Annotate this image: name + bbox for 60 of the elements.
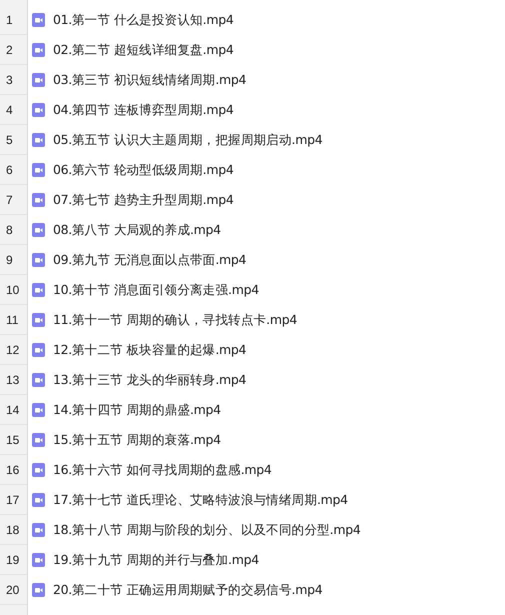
video-file-icon [32, 433, 45, 447]
file-name[interactable]: 10.第十节 消息面引领分离走强.mp4 [53, 282, 259, 298]
row-number: 2 [0, 35, 27, 65]
video-file-icon [32, 403, 45, 417]
video-file-icon [32, 163, 45, 177]
file-name[interactable]: 09.第九节 无消息面以点带面.mp4 [53, 252, 246, 268]
file-name[interactable]: 15.第十五节 周期的衰落.mp4 [53, 432, 221, 448]
file-name[interactable]: 19.第十九节 周期的并行与叠加.mp4 [53, 552, 259, 568]
row-number: 7 [0, 185, 27, 215]
video-file-icon [32, 553, 45, 567]
row-number: 10 [0, 275, 27, 305]
file-name[interactable]: 13.第十三节 龙头的华丽转身.mp4 [53, 372, 246, 388]
file-name[interactable]: 16.第十六节 如何寻找周期的盘感.mp4 [53, 462, 272, 478]
video-file-icon [32, 73, 45, 87]
row-number: 1 [0, 5, 27, 35]
file-name[interactable]: 03.第三节 初识短线情绪周期.mp4 [53, 72, 246, 88]
row-number: 14 [0, 395, 27, 425]
row-number: 15 [0, 425, 27, 455]
file-name[interactable]: 08.第八节 大局观的养成.mp4 [53, 222, 221, 238]
video-file-icon [32, 523, 45, 537]
video-file-icon [32, 373, 45, 387]
file-name[interactable]: 18.第十八节 周期与阶段的划分、以及不同的分型.mp4 [53, 522, 360, 538]
video-file-icon [32, 43, 45, 57]
row-number: 5 [0, 125, 27, 155]
file-name[interactable]: 20.第二十节 正确运用周期赋予的交易信号.mp4 [53, 582, 322, 598]
row-number: 18 [0, 515, 27, 545]
row-number: 16 [0, 455, 27, 485]
file-name[interactable]: 02.第二节 超短线详细复盘.mp4 [53, 42, 234, 58]
file-name[interactable]: 04.第四节 连板博弈型周期.mp4 [53, 102, 234, 118]
video-file-icon [32, 463, 45, 477]
row-number: 11 [0, 305, 27, 335]
video-file-icon [32, 193, 45, 207]
file-name[interactable]: 14.第十四节 周期的鼎盛.mp4 [53, 402, 221, 418]
video-file-icon [32, 223, 45, 237]
video-file-icon [32, 343, 45, 357]
row-number: 19 [0, 545, 27, 575]
file-name[interactable]: 07.第七节 趋势主升型周期.mp4 [53, 192, 234, 208]
row-number: 13 [0, 365, 27, 395]
video-file-icon [32, 583, 45, 597]
row-number: 12 [0, 335, 27, 365]
row-number: 17 [0, 485, 27, 515]
row-number: 20 [0, 575, 27, 605]
video-file-icon [32, 103, 45, 117]
file-name[interactable]: 17.第十七节 道氏理论、艾略特波浪与情绪周期.mp4 [53, 492, 348, 508]
file-name[interactable]: 01.第一节 什么是投资认知.mp4 [53, 12, 234, 28]
row-number: 3 [0, 65, 27, 95]
file-name[interactable]: 05.第五节 认识大主题周期，把握周期启动.mp4 [53, 132, 322, 148]
file-name[interactable]: 12.第十二节 板块容量的起爆.mp4 [53, 342, 246, 358]
row-number: 8 [0, 215, 27, 245]
video-file-icon [32, 313, 45, 327]
row-number: 4 [0, 95, 27, 125]
file-name[interactable]: 06.第六节 轮动型低级周期.mp4 [53, 162, 234, 178]
video-file-icon [32, 13, 45, 27]
row-number: 6 [0, 155, 27, 185]
video-file-icon [32, 283, 45, 297]
video-file-icon [32, 493, 45, 507]
video-file-icon [32, 253, 45, 267]
video-file-icon [32, 133, 45, 147]
row-number: 9 [0, 245, 27, 275]
file-name[interactable]: 11.第十一节 周期的确认，寻找转点卡.mp4 [53, 312, 297, 328]
